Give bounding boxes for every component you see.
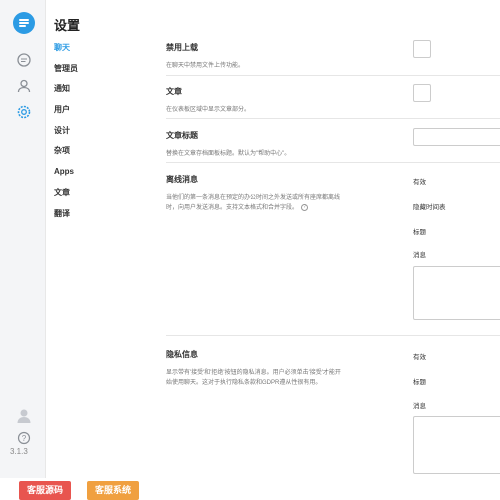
divider xyxy=(166,118,500,119)
offline-message-textarea[interactable] xyxy=(413,266,500,320)
setting-description: 显示带有'接受'和'拒绝'按钮的隐私消息。用户必须单击'接受'才能开始使用聊天。… xyxy=(166,370,341,386)
nav-item-chat[interactable]: 聊天 xyxy=(54,38,134,59)
message-icon[interactable] xyxy=(16,52,32,68)
privacy-message-textarea[interactable] xyxy=(413,416,500,474)
setting-label: 文章 xyxy=(166,87,182,96)
version-label: 3.1.3 xyxy=(10,447,28,456)
divider xyxy=(166,335,500,336)
user-icon[interactable] xyxy=(16,78,32,94)
chat-logo-icon[interactable] xyxy=(13,12,35,34)
disable-upload-checkbox[interactable] xyxy=(413,40,431,58)
setting-description: 当他们的第一条消息在预定的办公时间之外发送或所有座席都离线时，向用户发送消息。支… xyxy=(166,195,341,211)
nav-item-misc[interactable]: 杂项 xyxy=(54,141,134,162)
setting-disable-upload: 禁用上载 在聊天中禁用文件上传功能。 xyxy=(166,42,500,71)
setting-description: 替换在文章存档面板标题。默认为"帮助中心"。 xyxy=(166,151,291,157)
left-rail: ? 3.1.3 xyxy=(0,0,46,478)
nav-item-notifications[interactable]: 通知 xyxy=(54,79,134,100)
privacy-title-label: 标题 xyxy=(413,379,426,386)
offline-message-label: 消息 xyxy=(413,252,426,259)
setting-label: 禁用上载 xyxy=(166,43,198,52)
setting-articles: 文章 在仪表板区域中显示文章部分。 xyxy=(166,86,500,115)
nav-item-users[interactable]: 用户 xyxy=(54,100,134,121)
gear-icon[interactable] xyxy=(16,104,32,120)
divider xyxy=(166,162,500,163)
source-code-button[interactable]: 客服源码 xyxy=(19,481,72,500)
setting-label: 隐私信息 xyxy=(166,350,198,359)
privacy-message-label: 消息 xyxy=(413,403,426,410)
offline-hide-schedule-label: 隐藏时间表 xyxy=(413,204,446,211)
articles-checkbox[interactable] xyxy=(413,84,431,102)
nav-item-design[interactable]: 设计 xyxy=(54,121,134,142)
divider xyxy=(166,75,500,76)
setting-offline-message: 离线消息 当他们的第一条消息在预定的办公时间之外发送或所有座席都离线时，向用户发… xyxy=(166,174,346,213)
settings-nav: 聊天 管理员 通知 用户 设计 杂项 Apps 文章 翻译 xyxy=(54,38,134,224)
svg-text:?: ? xyxy=(22,434,27,443)
avatar-icon[interactable] xyxy=(16,408,32,424)
nav-item-articles[interactable]: 文章 xyxy=(54,183,134,204)
article-title-input[interactable] xyxy=(413,128,500,146)
setting-label: 离线消息 xyxy=(166,175,198,184)
offline-title-label: 标题 xyxy=(413,229,426,236)
nav-item-translations[interactable]: 翻译 xyxy=(54,204,134,225)
offline-active-label: 有效 xyxy=(413,179,426,186)
nav-item-admin[interactable]: 管理员 xyxy=(54,59,134,80)
page-title: 设置 xyxy=(54,18,81,33)
privacy-active-label: 有效 xyxy=(413,354,426,361)
nav-item-apps[interactable]: Apps xyxy=(54,162,134,183)
setting-description: 在仪表板区域中显示文章部分。 xyxy=(166,107,251,113)
setting-description: 在聊天中禁用文件上传功能。 xyxy=(166,63,245,69)
service-system-button[interactable]: 客服系统 xyxy=(87,481,140,500)
help-icon[interactable]: ? xyxy=(16,430,32,446)
info-icon[interactable]: ? xyxy=(301,203,309,211)
setting-privacy-message: 隐私信息 显示带有'接受'和'拒绝'按钮的隐私消息。用户必须单击'接受'才能开始… xyxy=(166,349,346,388)
